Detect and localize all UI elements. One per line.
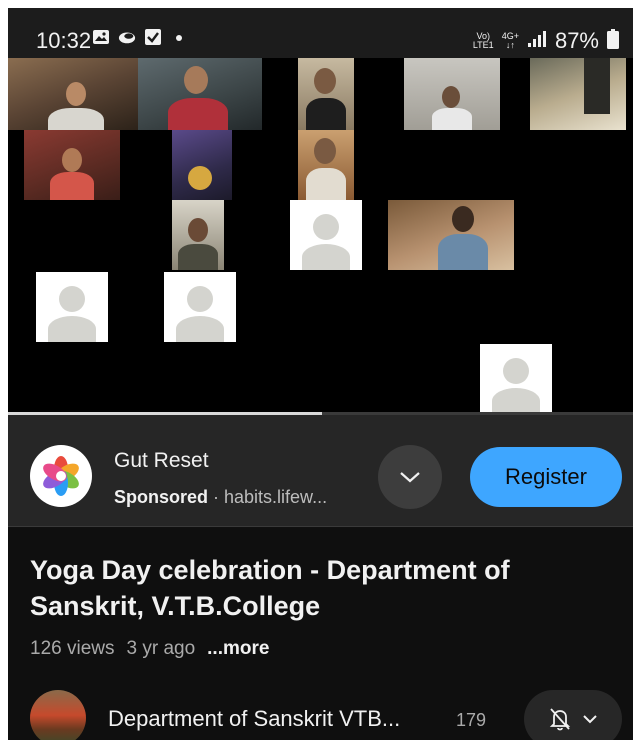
chevron-down-icon	[583, 715, 597, 724]
notification-bell-button[interactable]	[524, 690, 622, 740]
chevron-down-icon	[400, 472, 420, 483]
network-indicator: 4G+ ↓↑	[501, 31, 519, 50]
participant-tile	[388, 200, 514, 270]
channel-row[interactable]: Department of Sanskrit VTB... 179	[30, 690, 630, 740]
video-player[interactable]	[8, 58, 633, 414]
more-link[interactable]: ...more	[207, 638, 269, 660]
ad-separator: ·	[208, 487, 225, 507]
channel-avatar[interactable]	[30, 690, 86, 740]
video-meta[interactable]: 126 views 3 yr ago ...more	[30, 638, 269, 660]
status-bar: 10:32 Vo) LTE1 4G+ ↓↑ 87%	[8, 8, 633, 58]
participant-avatar-tile	[36, 272, 108, 342]
signal-icon	[527, 30, 547, 53]
volte-indicator: Vo) LTE1	[472, 31, 494, 50]
ad-expand-button[interactable]	[378, 445, 442, 509]
ad-subtitle: Sponsored · habits.lifew...	[114, 487, 327, 508]
battery-icon	[607, 28, 619, 54]
ad-domain: habits.lifew...	[224, 487, 328, 507]
status-time: 10:32	[36, 28, 92, 53]
participant-avatar-tile	[164, 272, 236, 342]
participant-tile	[8, 58, 138, 130]
gallery-icon	[92, 28, 110, 46]
channel-name[interactable]: Department of Sanskrit VTB...	[108, 706, 400, 732]
flower-logo-icon	[43, 456, 79, 496]
sponsored-ad-card[interactable]: Gut Reset Sponsored · habits.lifew... Re…	[8, 415, 633, 527]
battery-percent: 87%	[554, 28, 599, 53]
participant-avatar-tile	[290, 200, 362, 270]
subscriber-count: 179	[456, 710, 487, 730]
participant-tile	[530, 58, 626, 130]
sponsored-label: Sponsored	[114, 487, 209, 507]
video-info: Yoga Day celebration - Department of San…	[8, 528, 633, 740]
notification-icons	[92, 28, 188, 46]
participant-tile	[138, 58, 262, 130]
participant-tile	[298, 58, 354, 130]
status-right: Vo) LTE1 4G+ ↓↑ 87%	[473, 28, 619, 54]
participant-tile	[24, 130, 120, 200]
participant-tile	[298, 130, 354, 200]
upload-age: 3 yr ago	[126, 638, 196, 659]
view-count: 126 views	[30, 638, 115, 659]
data-arrows-icon: ↓↑	[505, 40, 515, 50]
phone-screen: 10:32 Vo) LTE1 4G+ ↓↑ 87% Gut Reset Spon…	[8, 8, 633, 740]
register-button[interactable]: Register	[470, 447, 622, 507]
advertiser-logo[interactable]	[30, 445, 92, 507]
cloud-icon	[118, 28, 136, 46]
video-title[interactable]: Yoga Day celebration - Department of San…	[30, 552, 620, 624]
participant-tile	[172, 130, 232, 200]
dot-icon	[170, 28, 188, 46]
ad-title[interactable]: Gut Reset	[114, 449, 209, 473]
checkbox-icon	[144, 28, 162, 46]
participant-avatar-tile	[480, 344, 552, 414]
bell-off-icon	[549, 708, 571, 731]
participant-tile	[172, 200, 224, 270]
participant-tile	[404, 58, 500, 130]
